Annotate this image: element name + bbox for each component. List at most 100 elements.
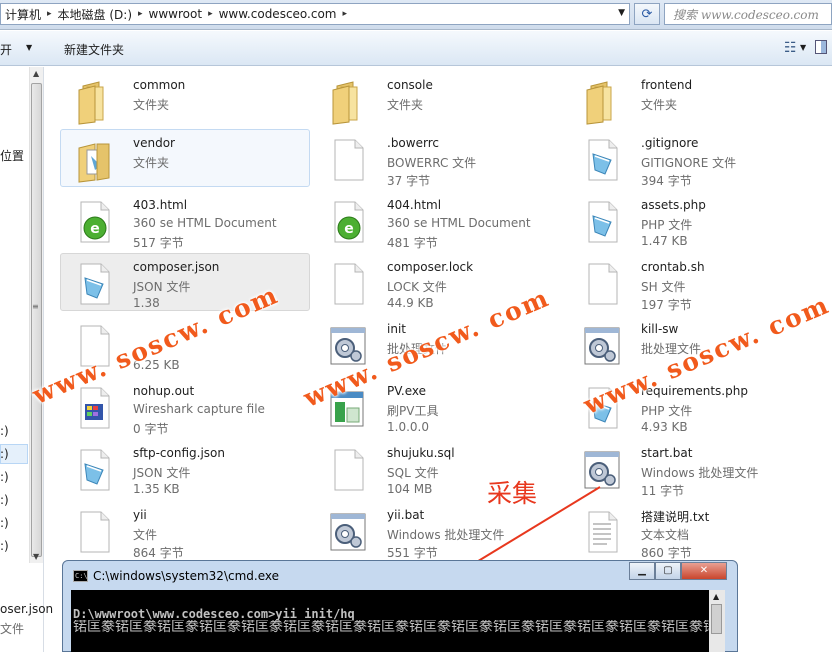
cmd-console[interactable]: D:\wwwroot\www.codesceo.com>yii init/hq … — [71, 590, 725, 652]
file-name: 404.html — [387, 198, 442, 212]
file-size: 1.47 KB — [641, 234, 688, 248]
file-size: 1.35 KB — [133, 482, 180, 496]
file-item[interactable]: kill-sw 批处理文件 — [568, 315, 818, 373]
breadcrumb-site[interactable]: www.codesceo.com — [215, 7, 341, 21]
file-type: PHP 文件 — [641, 404, 693, 418]
cmd-scrollbar[interactable]: ▲ — [709, 590, 725, 652]
file-item[interactable]: requirements.php PHP 文件 4.93 KB — [568, 377, 818, 435]
scrollbar-thumb[interactable] — [711, 604, 722, 634]
chevron-down-icon[interactable]: ▼ — [26, 43, 32, 52]
nav-item-drive[interactable]: :) — [0, 424, 9, 438]
file-name: 403.html — [133, 198, 188, 212]
file-item[interactable]: crontab.sh SH 文件 197 字节 — [568, 253, 818, 312]
nav-item-drive[interactable]: :) — [0, 493, 9, 507]
batch-file-icon — [577, 446, 625, 494]
file-name: nohup.out — [133, 384, 195, 398]
html-file-icon: e — [323, 198, 371, 246]
cmd-title: C:\windows\system32\cmd.exe — [93, 569, 279, 583]
scroll-up-icon[interactable]: ▲ — [713, 592, 719, 601]
file-name: vendor — [133, 136, 175, 150]
address-dropdown-icon[interactable]: ▼ — [618, 8, 625, 18]
file-size: 551 字节 — [387, 546, 438, 560]
file-item[interactable]: sftp-config.json JSON 文件 1.35 KB — [60, 439, 310, 497]
file-type: 文件夹 — [641, 98, 678, 112]
nav-item-drive[interactable]: :) — [0, 447, 9, 461]
file-item[interactable]: yii.bat Windows 批处理文件 551 字节 — [314, 501, 564, 560]
close-button[interactable]: ✕ — [681, 562, 727, 580]
file-item[interactable]: console 文件夹 — [314, 71, 564, 129]
file-item[interactable]: PV.exe 刷PV工具 1.0.0.0 — [314, 377, 564, 435]
file-item[interactable]: .bowerrc BOWERRC 文件 37 字节 — [314, 129, 564, 188]
breadcrumb-drive-d[interactable]: 本地磁盘 (D:) — [54, 6, 136, 23]
address-bar: 计算机 ▸ 本地磁盘 (D:) ▸ wwwroot ▸ www.codesceo… — [0, 0, 832, 30]
file-size: 864 字节 — [133, 546, 184, 560]
file-item[interactable]: .gitignore GITIGNORE 文件 394 字节 — [568, 129, 818, 188]
scrollbar-thumb[interactable] — [31, 83, 42, 557]
scroll-down-icon[interactable]: ▼ — [33, 552, 39, 561]
file-name: kill-sw — [641, 322, 679, 336]
minimize-button[interactable]: ▁ — [629, 562, 655, 580]
breadcrumb[interactable]: 计算机 ▸ 本地磁盘 (D:) ▸ wwwroot ▸ www.codesceo… — [0, 3, 630, 25]
file-item[interactable]: e 403.html 360 se HTML Document 517 字节 — [60, 191, 310, 250]
blank-file-icon — [323, 136, 371, 184]
chevron-right-icon[interactable]: ▸ — [136, 9, 145, 19]
breadcrumb-wwwroot[interactable]: wwwroot — [145, 7, 207, 21]
file-item[interactable]: yii 文件 864 字节 — [60, 501, 310, 560]
nav-item-drive[interactable]: :) — [0, 470, 9, 484]
chevron-right-icon[interactable]: ▸ — [206, 9, 215, 19]
nav-item-drive[interactable]: :) — [0, 539, 9, 553]
svg-text:e: e — [90, 221, 100, 237]
exe-file-icon — [323, 384, 371, 432]
file-size: 37 字节 — [387, 174, 431, 188]
file-size: 860 字节 — [641, 546, 692, 560]
blank-file-icon — [69, 508, 117, 556]
cmd-window[interactable]: C:\ C:\windows\system32\cmd.exe ▁ ▢ ✕ D:… — [62, 560, 738, 652]
nav-scrollbar[interactable]: ▲ ≡ ▼ — [29, 67, 43, 563]
html-file-icon: e — [69, 198, 117, 246]
scroll-up-icon[interactable]: ▲ — [33, 69, 39, 78]
file-item[interactable]: shujuku.sql SQL 文件 104 MB — [314, 439, 564, 497]
file-item[interactable]: start.bat Windows 批处理文件 11 字节 — [568, 439, 818, 498]
breadcrumb-computer[interactable]: 计算机 — [1, 6, 45, 23]
file-item[interactable]: vendor 文件夹 — [60, 129, 310, 187]
file-size: 517 字节 — [133, 236, 184, 250]
file-item[interactable]: 搭建说明.txt 文本文档 860 字节 — [568, 501, 818, 560]
maximize-button[interactable]: ▢ — [655, 562, 681, 580]
cmd-command-line: D:\wwwroot\www.codesceo.com>yii init/hq — [73, 607, 355, 621]
nav-item-location[interactable]: 位置 — [0, 147, 24, 164]
view-options-icon[interactable]: ☷ — [784, 40, 797, 56]
file-item[interactable]: assets.php PHP 文件 1.47 KB — [568, 191, 818, 249]
blank-file-icon — [69, 322, 117, 370]
chevron-right-icon[interactable]: ▸ — [341, 9, 350, 19]
details-file-type: 文件 — [0, 622, 25, 636]
file-size: 197 字节 — [641, 298, 692, 312]
refresh-button[interactable]: ⟳ — [634, 3, 660, 25]
file-item[interactable]: 6.25 KB — [60, 315, 310, 373]
file-name: crontab.sh — [641, 260, 705, 274]
new-folder-button[interactable]: 新建文件夹 — [64, 41, 124, 58]
file-item[interactable]: composer.json JSON 文件 1.38 — [60, 253, 310, 311]
file-type: LOCK 文件 — [387, 280, 447, 294]
file-name: init — [387, 322, 406, 336]
nav-item-drive[interactable]: :) — [0, 516, 9, 530]
chevron-right-icon[interactable]: ▸ — [45, 9, 54, 19]
text-file-icon — [69, 446, 117, 494]
search-input[interactable]: 搜索 www.codesceo.com — [664, 3, 832, 25]
refresh-icon: ⟳ — [641, 6, 653, 22]
file-size: 11 字节 — [641, 484, 685, 498]
file-item[interactable]: e 404.html 360 se HTML Document 481 字节 — [314, 191, 564, 250]
open-button[interactable]: 打开 — [0, 41, 12, 58]
file-item[interactable]: composer.lock LOCK 文件 44.9 KB — [314, 253, 564, 311]
file-name: shujuku.sql — [387, 446, 455, 460]
file-item[interactable]: frontend 文件夹 — [568, 71, 818, 129]
file-size: 44.9 KB — [387, 296, 434, 310]
chevron-down-icon[interactable]: ▼ — [800, 43, 806, 52]
file-type: 文件夹 — [133, 98, 170, 112]
preview-pane-icon[interactable] — [815, 40, 827, 54]
file-item[interactable]: nohup.out Wireshark capture file 0 字节 — [60, 377, 310, 436]
file-item[interactable]: common 文件夹 — [60, 71, 310, 129]
folder-icon — [323, 78, 371, 126]
file-item[interactable]: init 批处理文件 — [314, 315, 564, 373]
file-type: Wireshark capture file — [133, 402, 265, 416]
file-name: 搭建说明.txt — [641, 510, 710, 524]
